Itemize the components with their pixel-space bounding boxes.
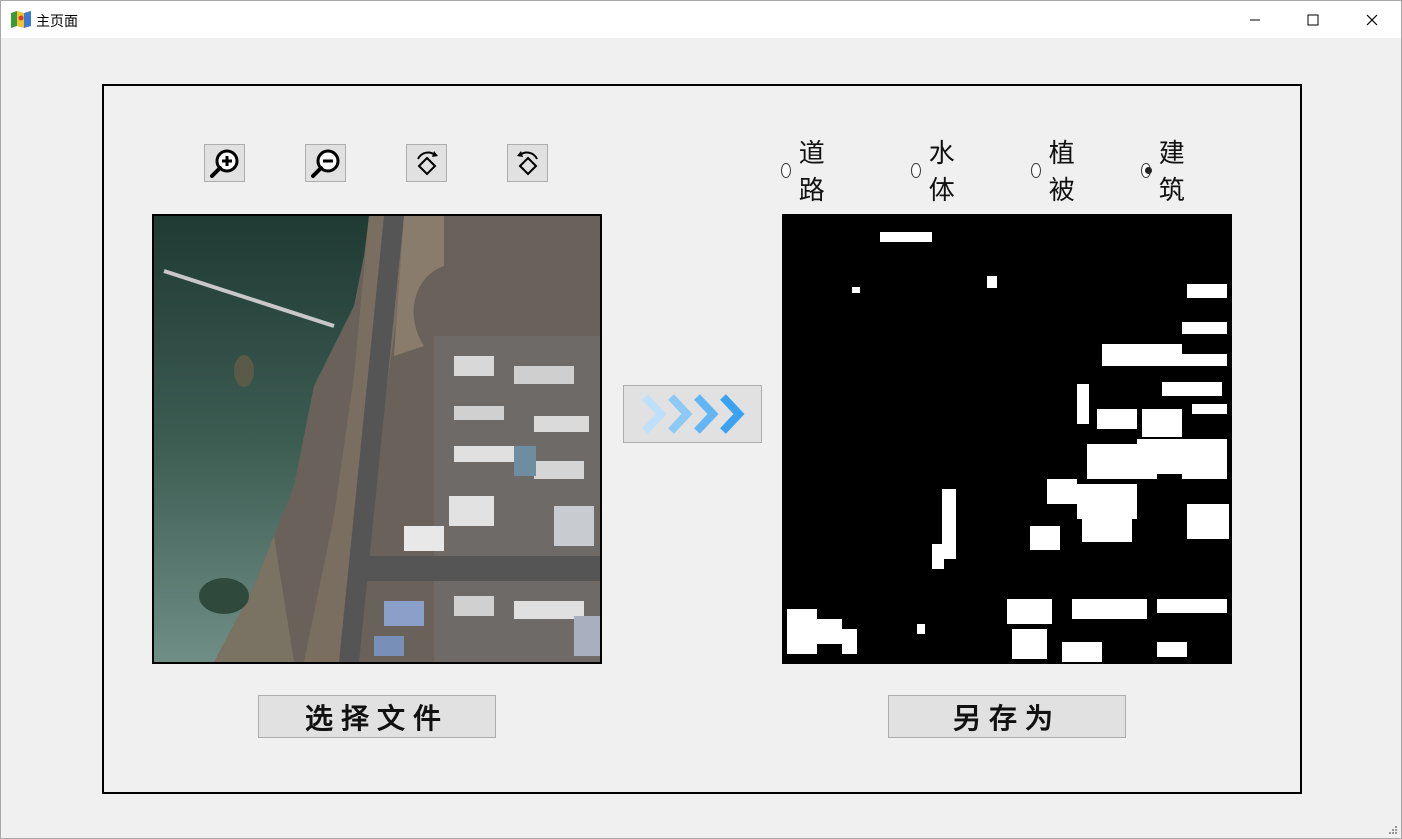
close-button[interactable] [1343, 1, 1401, 38]
rotate-right-button[interactable] [507, 144, 548, 182]
radio-label: 水体 [928, 139, 957, 206]
radio-circle [911, 162, 921, 178]
close-icon [1366, 14, 1378, 25]
maximize-icon [1307, 14, 1319, 25]
forward-arrows-icon [641, 394, 744, 434]
minimize-button[interactable] [1226, 1, 1284, 38]
radio-label: 植被 [1048, 139, 1077, 206]
input-image-view [152, 214, 602, 664]
building-mask-image [782, 214, 1232, 664]
radio-label: 道路 [798, 139, 827, 206]
zoom-out-icon [310, 149, 339, 178]
window-title: 主页面 [36, 14, 78, 30]
radio-vegetation[interactable]: 植被 [1031, 139, 1082, 206]
minimize-icon [1250, 19, 1260, 20]
rotate-left-button[interactable] [406, 144, 447, 182]
radio-circle-selected [1141, 162, 1152, 178]
radio-water[interactable]: 水体 [911, 139, 962, 206]
zoom-in-button[interactable] [204, 144, 245, 182]
rotate-left-icon [416, 151, 438, 176]
radio-road[interactable]: 道路 [781, 139, 832, 206]
radio-circle [781, 162, 791, 178]
radio-label: 建筑 [1158, 139, 1187, 206]
main-window: 主页面 道路 水体 植被 建筑 选择文件 另存为 [0, 0, 1402, 839]
radio-building[interactable]: 建筑 [1141, 139, 1192, 206]
title-bar: 主页面 [1, 1, 1401, 38]
radio-circle [1031, 162, 1041, 178]
resize-grip-icon[interactable] [1388, 825, 1398, 835]
satellite-image [154, 216, 600, 662]
run-segmentation-button[interactable] [623, 385, 762, 443]
zoom-in-icon [209, 149, 238, 178]
rotate-right-icon [516, 151, 538, 176]
maximize-button[interactable] [1284, 1, 1342, 38]
zoom-out-button[interactable] [305, 144, 346, 182]
select-file-button[interactable]: 选择文件 [258, 695, 496, 738]
output-mask-view [782, 214, 1232, 664]
save-as-button[interactable]: 另存为 [888, 695, 1126, 738]
map-app-icon [11, 11, 31, 28]
